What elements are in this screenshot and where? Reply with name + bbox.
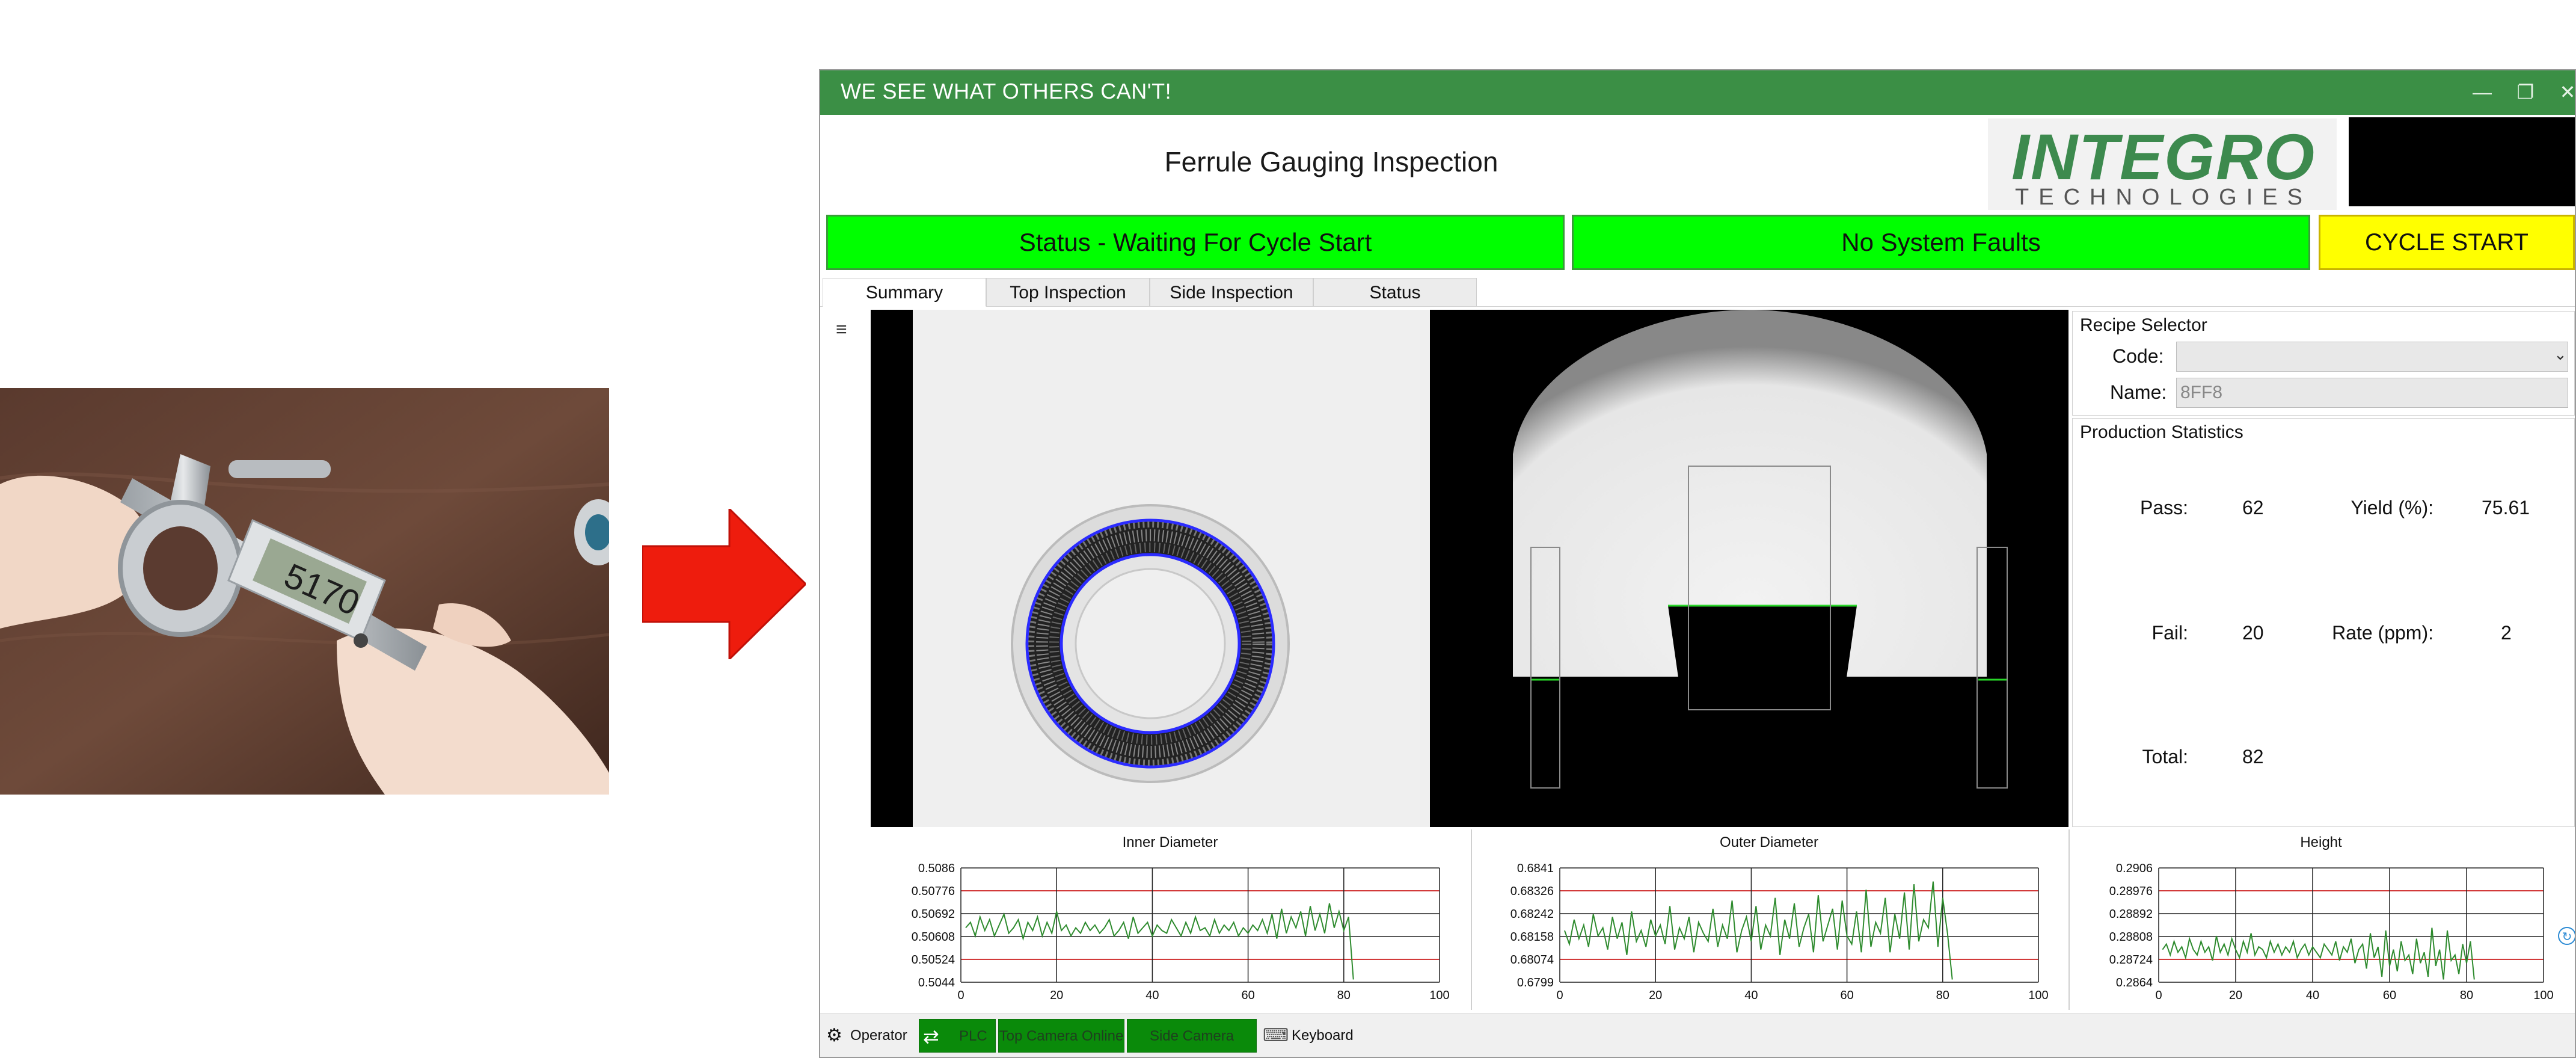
y-tick-label: 0.68326	[1510, 885, 1554, 898]
x-tick-label: 80	[2460, 989, 2473, 1002]
y-tick-label: 0.68242	[1510, 908, 1554, 921]
chart-title: Outer Diameter	[1719, 834, 1819, 850]
tab-side-inspection[interactable]: Side Inspection	[1150, 278, 1313, 307]
refresh-icon[interactable]: ↻	[2558, 927, 2575, 945]
x-tick-label: 20	[1649, 989, 1662, 1002]
name-label: Name:	[2110, 381, 2167, 403]
series-line	[965, 903, 1354, 980]
y-tick-label: 0.5044	[918, 976, 955, 989]
x-tick-label: 0	[2155, 989, 2162, 1002]
production-statistics-group: Production Statistics Pass: 62 Fail: 20 …	[2072, 418, 2575, 827]
x-tick-label: 0	[1556, 989, 1563, 1002]
app-title: Ferrule Gauging Inspection	[1164, 146, 1498, 177]
black-panel	[2349, 117, 2575, 206]
caliper-photo: 5170	[0, 388, 609, 795]
app-window: WE SEE WHAT OTHERS CAN'T! — ❐ ✕ Ferrule …	[819, 69, 2576, 1058]
x-tick-label: 20	[1050, 989, 1063, 1002]
height-plot: 0.2906 0.28976 0.28892 0.28808 0.28724 0.2864…	[2109, 862, 2554, 1002]
y-tick-label: 0.5086	[918, 862, 955, 875]
bottom-status-bar: ⚙ Operator ⇄ PLC Top Camera Online Side …	[820, 1013, 2575, 1057]
cycle-status-banner: Status - Waiting For Cycle Start	[826, 215, 1565, 270]
y-tick-label: 0.28724	[2109, 953, 2153, 967]
code-label: Code:	[2112, 345, 2164, 367]
integro-logo: INTEGRO TECHNOLOGIES	[1988, 118, 2337, 210]
chevron-down-icon[interactable]: ⌄	[2554, 345, 2567, 364]
x-tick-label: 60	[2383, 989, 2396, 1002]
chart-divider	[1471, 829, 1472, 1010]
top-camera-status: Top Camera Online	[998, 1019, 1124, 1053]
x-tick-label: 100	[1429, 989, 1449, 1002]
x-tick-label: 100	[2533, 989, 2553, 1002]
side-camera-image	[1430, 310, 2068, 827]
x-tick-label: 80	[1337, 989, 1351, 1002]
x-tick-label: 20	[2229, 989, 2242, 1002]
plc-icon: ⇄	[923, 1026, 939, 1047]
fail-label: Fail:	[2151, 622, 2188, 644]
series-line	[1564, 881, 1953, 980]
x-tick-label: 80	[1936, 989, 1949, 1002]
tab-top-inspection[interactable]: Top Inspection	[986, 278, 1150, 307]
total-label: Total:	[2142, 746, 2188, 767]
operator-icon: ⚙	[826, 1026, 842, 1045]
recipe-group-label: Recipe Selector	[2080, 315, 2207, 335]
yield-label: Yield (%):	[2351, 497, 2433, 518]
close-icon[interactable]: ✕	[2551, 75, 2575, 109]
inner-diameter-plot: 0.5086 0.50776 0.50692 0.50608 0.50524 0.5044…	[912, 862, 1450, 1002]
y-tick-label: 0.50692	[912, 908, 955, 921]
chart-title: Height	[2300, 834, 2342, 850]
tab-summary[interactable]: Summary	[823, 278, 986, 307]
red-arrow-icon	[641, 506, 808, 662]
chart-divider	[2068, 829, 2070, 1010]
rate-label: Rate (ppm):	[2332, 622, 2433, 644]
rate-value: 2	[2501, 622, 2512, 644]
y-tick-label: 0.2906	[2116, 862, 2153, 875]
total-value: 82	[2242, 746, 2264, 767]
pass-label: Pass:	[2139, 497, 2188, 518]
recipe-selector-group: Recipe Selector Code: ⌄ Name: 8FF8	[2072, 311, 2575, 416]
top-camera-image	[871, 310, 1430, 827]
outer-diameter-plot: 0.6841 0.68326 0.68242 0.68158 0.68074 0.6799…	[1510, 862, 2049, 1002]
yield-value: 75.61	[2482, 497, 2530, 518]
operator-button[interactable]: Operator	[850, 1019, 907, 1053]
logo-line1: INTEGRO	[2011, 120, 2316, 193]
minimize-icon[interactable]: —	[2465, 75, 2499, 109]
y-tick-label: 0.50776	[912, 885, 955, 898]
x-tick-label: 60	[1241, 989, 1254, 1002]
title-bar: WE SEE WHAT OTHERS CAN'T! — ❐ ✕	[820, 70, 2575, 115]
window-title: WE SEE WHAT OTHERS CAN'T!	[841, 79, 1172, 103]
y-tick-label: 0.28976	[2109, 885, 2153, 898]
y-tick-label: 0.28892	[2109, 908, 2153, 921]
side-camera-status: Side Camera Online	[1127, 1019, 1257, 1053]
logo-line2: TECHNOLOGIES	[2015, 185, 2312, 210]
name-field: 8FF8	[2176, 378, 2568, 408]
y-tick-label: 0.6799	[1517, 976, 1554, 989]
y-tick-label: 0.68158	[1510, 930, 1554, 944]
series-line	[2162, 927, 2475, 980]
restore-icon[interactable]: ❐	[2509, 75, 2542, 109]
keyboard-button[interactable]: Keyboard	[1292, 1019, 1354, 1053]
keyboard-icon[interactable]: ⌨	[1263, 1019, 1289, 1053]
y-tick-label: 0.6841	[1517, 862, 1554, 875]
x-tick-label: 40	[1744, 989, 1758, 1002]
y-tick-label: 0.50608	[912, 930, 955, 944]
x-tick-label: 40	[1145, 989, 1159, 1002]
chart-title: Inner Diameter	[1122, 834, 1218, 850]
y-tick-label: 0.50524	[912, 953, 955, 967]
y-tick-label: 0.2864	[2116, 976, 2153, 989]
production-group-label: Production Statistics	[2080, 422, 2243, 442]
faults-banner: No System Faults	[1572, 215, 2310, 270]
code-dropdown[interactable]	[2176, 342, 2568, 372]
plc-label: PLC	[959, 1028, 987, 1044]
y-tick-label: 0.68074	[1510, 953, 1554, 967]
x-tick-label: 0	[957, 989, 964, 1002]
x-tick-label: 100	[2028, 989, 2048, 1002]
cycle-start-button[interactable]: CYCLE START	[2319, 215, 2575, 270]
x-tick-label: 40	[2306, 989, 2319, 1002]
y-tick-label: 0.28808	[2109, 930, 2153, 944]
menu-icon[interactable]: ≡	[836, 318, 847, 340]
x-tick-label: 60	[1840, 989, 1853, 1002]
tab-status[interactable]: Status	[1313, 278, 1477, 307]
plc-status: ⇄ PLC	[919, 1019, 996, 1053]
